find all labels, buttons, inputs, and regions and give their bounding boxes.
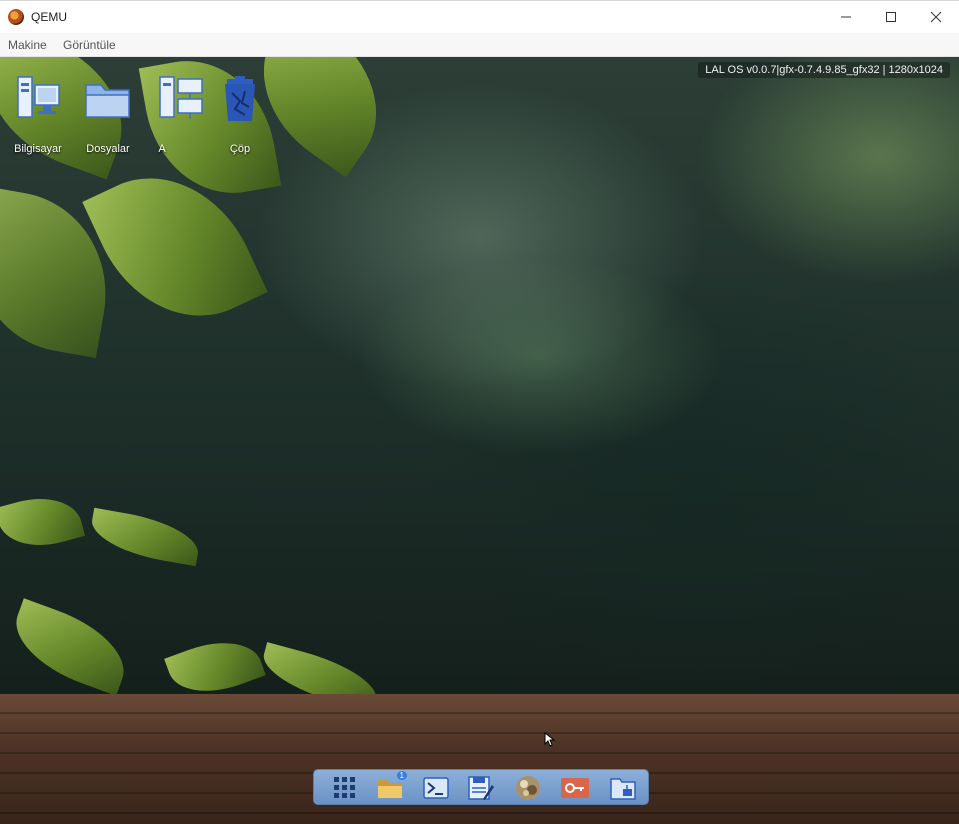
folder-icon — [85, 84, 130, 118]
window-title: QEMU — [31, 10, 67, 24]
taskbar-file-manager-button[interactable]: 1 — [375, 771, 407, 802]
taskbar-network-folder-button[interactable] — [608, 774, 638, 802]
taskbar-image-viewer-button[interactable] — [513, 774, 543, 802]
desktop-icon-a[interactable]: A — [127, 75, 203, 155]
taskbar: 1 — [313, 769, 649, 805]
wallpaper-leaf — [0, 487, 86, 557]
file-manager-badge: 1 — [396, 771, 407, 780]
minimize-icon — [841, 16, 851, 18]
app-grid-icon — [334, 777, 355, 798]
taskbar-text-editor-button[interactable] — [466, 774, 496, 802]
close-icon — [930, 11, 942, 23]
system-info-label: LAL OS v0.0.7|gfx-0.7.4.9.85_gfx32 | 128… — [698, 62, 950, 78]
maximize-icon — [886, 12, 896, 22]
desktop-icon-cop[interactable]: Çöp — [205, 75, 275, 155]
text-editor-icon — [468, 776, 494, 800]
close-button[interactable] — [913, 1, 959, 33]
image-viewer-icon — [516, 776, 540, 800]
taskbar-terminal-button[interactable] — [421, 774, 451, 802]
minimize-button[interactable] — [823, 1, 869, 33]
menu-bar: Makine Görüntüle — [0, 33, 959, 57]
settings-icon — [561, 778, 589, 798]
desktop-icon-label: Bilgisayar — [14, 143, 62, 155]
window-titlebar: QEMU — [0, 0, 959, 33]
taskbar-settings-button[interactable] — [560, 774, 590, 802]
desktop-icon-label: A — [158, 143, 166, 155]
taskbar-app-grid-button[interactable] — [330, 774, 360, 802]
wallpaper-leaf — [3, 598, 137, 696]
menu-goruntule[interactable]: Görüntüle — [63, 38, 116, 52]
desktop-icon-label: Çöp — [229, 143, 251, 155]
maximize-button[interactable] — [868, 1, 914, 33]
terminal-icon — [423, 777, 449, 799]
wallpaper-leaf — [87, 507, 203, 567]
qemu-logo-icon — [8, 9, 24, 25]
vm-screen[interactable]: LAL OS v0.0.7|gfx-0.7.4.9.85_gfx32 | 128… — [0, 57, 959, 824]
mouse-cursor-icon — [544, 732, 556, 747]
network-icon — [159, 76, 203, 119]
computer-icon — [17, 76, 60, 118]
menu-makine[interactable]: Makine — [8, 38, 47, 52]
desktop-icon-bilgisayar[interactable]: Bilgisayar — [3, 75, 73, 155]
network-folder-icon — [610, 778, 636, 800]
trash-icon — [225, 76, 255, 121]
